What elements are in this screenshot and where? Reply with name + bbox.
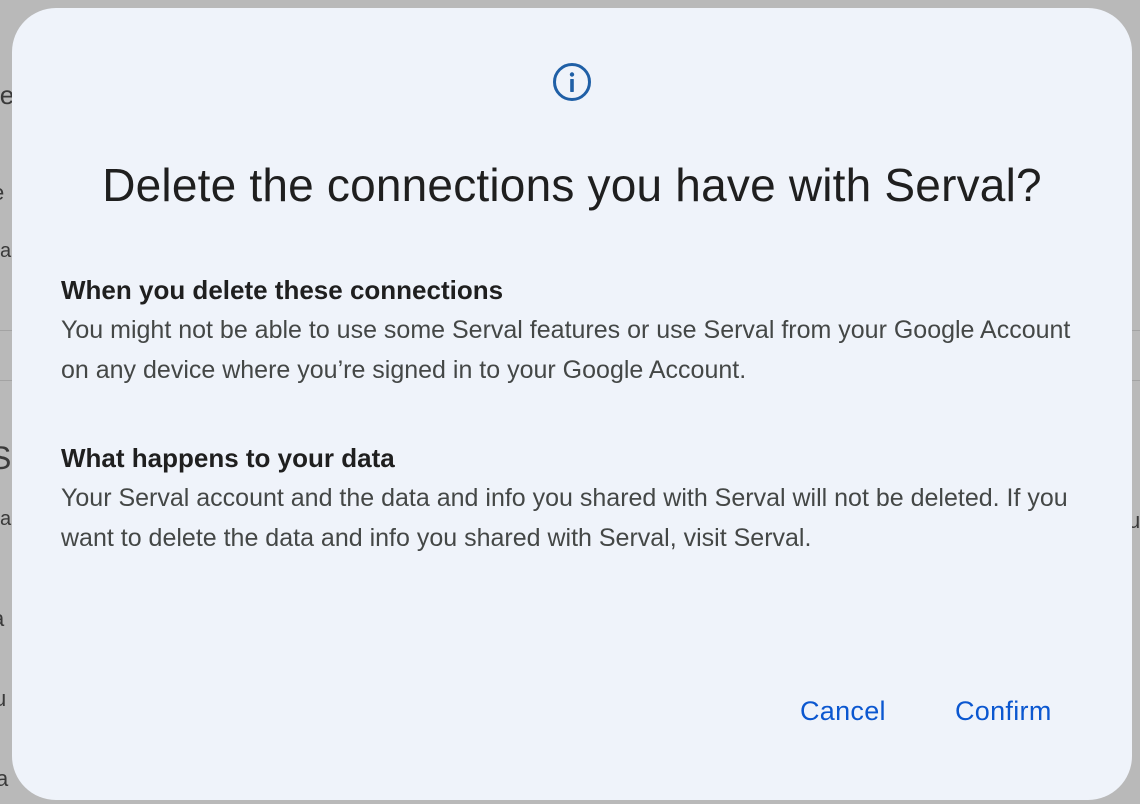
section-body: You might not be able to use some Serval… [61, 316, 1071, 384]
delete-connections-section: When you delete these connections You mi… [61, 270, 1071, 390]
background-text: va [0, 240, 12, 262]
background-text: e [0, 180, 4, 206]
delete-connections-dialog: Delete the connections you have with Ser… [12, 8, 1132, 800]
info-icon [553, 63, 591, 101]
background-text: va [0, 508, 12, 530]
background-text: S [0, 440, 12, 476]
dialog-title: Delete the connections you have with Ser… [102, 159, 1042, 211]
section-body: Your Serval account and the data and inf… [61, 484, 1068, 552]
confirm-button[interactable]: Confirm [945, 690, 1062, 733]
section-heading: What happens to your data [61, 443, 395, 473]
background-text: a [0, 606, 4, 632]
data-info-section: What happens to your data Your Serval ac… [61, 438, 1071, 558]
background-text: u [0, 686, 7, 711]
background-text: a [0, 766, 9, 791]
background-divider [0, 330, 12, 331]
cancel-button[interactable]: Cancel [790, 690, 896, 733]
background-divider [0, 380, 12, 381]
section-heading: When you delete these connections [61, 275, 504, 305]
